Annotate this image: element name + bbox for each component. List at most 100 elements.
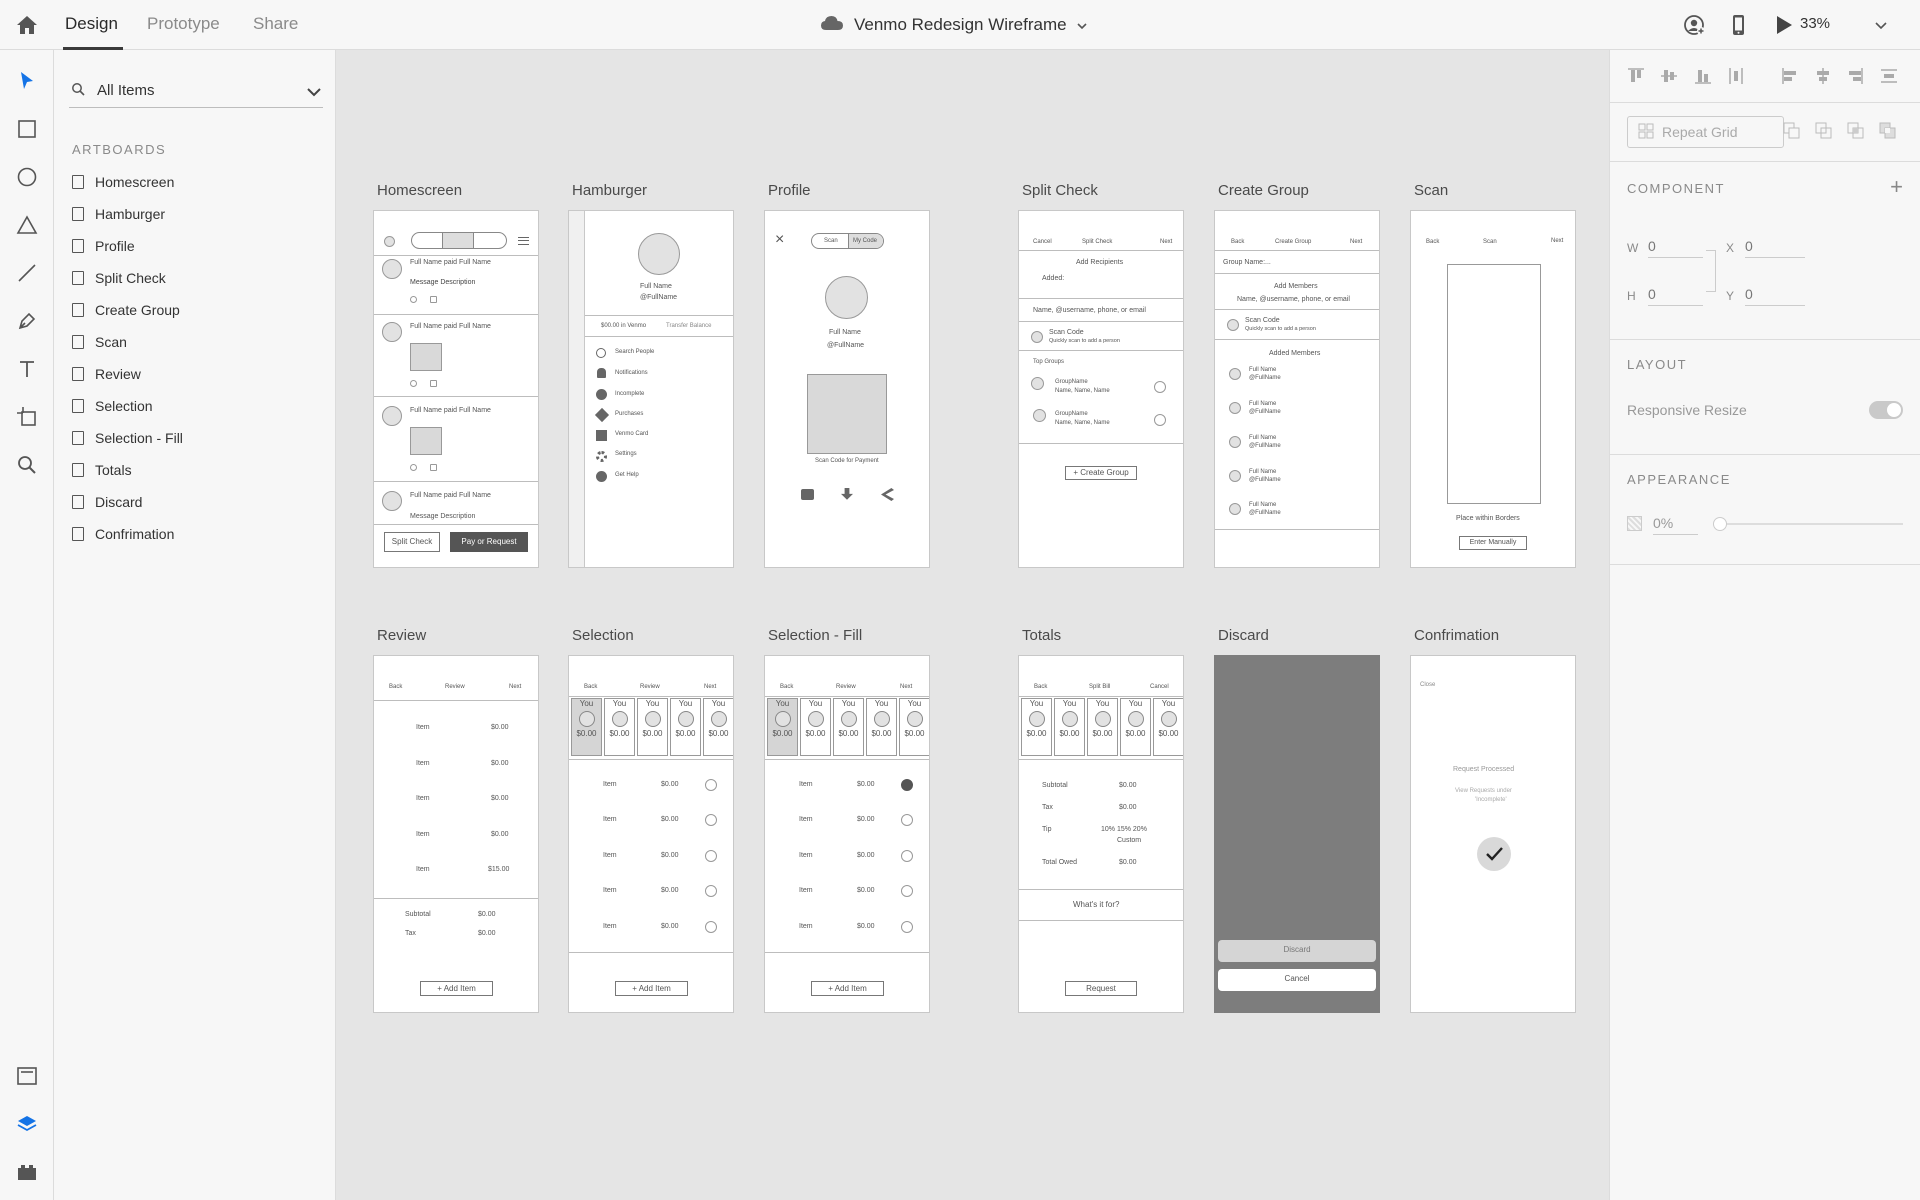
person-column[interactable]: You $0.00 xyxy=(1087,698,1118,756)
item-radio[interactable] xyxy=(705,921,717,933)
friends-segment[interactable] xyxy=(442,233,474,248)
layer-item-review[interactable]: Review xyxy=(72,363,141,385)
add-item-button[interactable]: + Add Item xyxy=(615,981,688,996)
artboard-label-split-check[interactable]: Split Check xyxy=(1022,182,1098,199)
menu-item-get-help[interactable]: Get Help xyxy=(615,472,639,478)
comment-icon[interactable] xyxy=(430,296,437,303)
add-item-button[interactable]: + Add Item xyxy=(420,981,493,996)
artboard-homescreen[interactable]: Full Name paid Full Name Message Descrip… xyxy=(373,210,539,568)
person-column[interactable]: You $0.00 xyxy=(604,698,635,756)
height-field[interactable]: 0 xyxy=(1648,286,1703,306)
artboard-label-discard[interactable]: Discard xyxy=(1218,627,1269,644)
boolean-add-icon[interactable] xyxy=(1783,122,1801,140)
item-radio[interactable] xyxy=(901,885,913,897)
person-column[interactable]: You $0.00 xyxy=(1021,698,1052,756)
artboard-label-selection-fill[interactable]: Selection - Fill xyxy=(768,627,862,644)
cancel-button[interactable]: Cancel xyxy=(1218,969,1376,991)
menu-item-search-people[interactable]: Search People xyxy=(615,349,654,355)
repeat-grid-button[interactable]: Repeat Grid xyxy=(1627,116,1784,148)
chevron-down-icon[interactable] xyxy=(1875,17,1887,35)
my-code-segment[interactable]: My Code xyxy=(848,234,883,248)
item-radio-selected[interactable] xyxy=(901,779,913,791)
menu-item-notifications[interactable]: Notifications xyxy=(615,370,648,376)
distribute-horizontal-icon[interactable] xyxy=(1727,67,1745,85)
artboard-profile[interactable]: × Scan My Code Full Name @FullName Scan … xyxy=(764,210,930,568)
layer-item-split-check[interactable]: Split Check xyxy=(72,267,166,289)
boolean-intersect-icon[interactable] xyxy=(1847,122,1865,140)
menu-item-venmo-card[interactable]: Venmo Card xyxy=(615,431,648,437)
print-icon[interactable] xyxy=(801,489,814,500)
layers-filter[interactable]: All Items xyxy=(69,74,323,108)
custom-tip[interactable]: Custom xyxy=(1117,837,1141,844)
layer-item-homescreen[interactable]: Homescreen xyxy=(72,171,174,193)
boolean-subtract-icon[interactable] xyxy=(1815,122,1833,140)
layers-panel-icon[interactable] xyxy=(13,1110,41,1138)
heart-icon[interactable] xyxy=(410,380,417,387)
artboard-create-group[interactable]: Back Create Group Next Group Name:... Ad… xyxy=(1214,210,1380,568)
artboard-selection-fill[interactable]: Back Review Next You $0.00 You $0.00 You $0… xyxy=(764,655,930,1013)
layer-item-discard[interactable]: Discard xyxy=(72,491,142,513)
item-radio[interactable] xyxy=(901,850,913,862)
artboard-review[interactable]: Back Review Next Item $0.00 Item $0.00 I… xyxy=(373,655,539,1013)
next-link[interactable]: Next xyxy=(1160,239,1172,245)
split-check-button[interactable]: Split Check xyxy=(384,532,440,552)
pay-or-request-button[interactable]: Pay or Request xyxy=(450,532,528,552)
layer-item-profile[interactable]: Profile xyxy=(72,235,135,257)
y-field[interactable]: 0 xyxy=(1745,286,1805,306)
align-right-icon[interactable] xyxy=(1846,67,1864,85)
recipient-search-input[interactable]: Name, @username, phone, or email xyxy=(1033,307,1146,314)
play-icon[interactable] xyxy=(1771,13,1795,37)
design-canvas[interactable]: Homescreen Hamburger Profile Split Check… xyxy=(336,50,1609,1200)
group-radio[interactable] xyxy=(1154,414,1166,426)
person-column[interactable]: You $0.00 xyxy=(1120,698,1151,756)
person-column[interactable]: You $0.00 xyxy=(1054,698,1085,756)
layer-item-totals[interactable]: Totals xyxy=(72,459,132,481)
artboard-label-homescreen[interactable]: Homescreen xyxy=(377,182,462,199)
back-link[interactable]: Back xyxy=(584,684,597,690)
artboard-label-selection[interactable]: Selection xyxy=(572,627,634,644)
mobile-preview-icon[interactable] xyxy=(1726,13,1750,37)
person-column[interactable]: You $0.00 xyxy=(637,698,668,756)
download-icon[interactable] xyxy=(841,488,853,500)
person-column[interactable]: You $0.00 xyxy=(703,698,733,756)
discard-button[interactable]: Discard xyxy=(1218,940,1376,962)
scan-code-icon[interactable] xyxy=(1227,319,1239,331)
user-share-icon[interactable] xyxy=(1683,13,1707,37)
artboard-tool-icon[interactable] xyxy=(13,403,41,431)
menu-item-incomplete[interactable]: Incomplete xyxy=(615,391,644,397)
rectangle-tool-icon[interactable] xyxy=(13,115,41,143)
person-column[interactable]: You $0.00 xyxy=(899,698,929,756)
align-left-icon[interactable] xyxy=(1781,67,1799,85)
ellipse-tool-icon[interactable] xyxy=(13,163,41,191)
artboard-totals[interactable]: Back Split Bill Cancel You $0.00 You $0.00… xyxy=(1018,655,1184,1013)
document-title-menu[interactable]: Venmo Redesign Wireframe xyxy=(820,12,1087,38)
artboard-label-create-group[interactable]: Create Group xyxy=(1218,182,1309,199)
menu-icon[interactable] xyxy=(518,237,529,245)
next-link[interactable]: Next xyxy=(509,684,521,690)
back-link[interactable]: Back xyxy=(1034,684,1047,690)
opacity-slider-handle[interactable] xyxy=(1713,517,1727,531)
polygon-tool-icon[interactable] xyxy=(13,211,41,239)
comment-icon[interactable] xyxy=(430,380,437,387)
tab-prototype[interactable]: Prototype xyxy=(147,14,220,34)
artboard-selection[interactable]: Back Review Next You $0.00 You $0.00 You $0… xyxy=(568,655,734,1013)
item-radio[interactable] xyxy=(705,850,717,862)
next-link[interactable]: Next xyxy=(900,684,912,690)
home-icon[interactable] xyxy=(14,12,40,38)
heart-icon[interactable] xyxy=(410,296,417,303)
distribute-vertical-icon[interactable] xyxy=(1880,67,1898,85)
item-radio[interactable] xyxy=(901,921,913,933)
width-field[interactable]: 0 xyxy=(1648,238,1703,258)
person-column[interactable]: You $0.00 xyxy=(571,698,602,756)
artboard-label-review[interactable]: Review xyxy=(377,627,426,644)
share-icon[interactable] xyxy=(881,488,894,501)
layer-item-confrimation[interactable]: Confrimation xyxy=(72,523,174,545)
boolean-exclude-icon[interactable] xyxy=(1879,122,1897,140)
chevron-down-icon[interactable] xyxy=(307,84,321,102)
item-radio[interactable] xyxy=(705,779,717,791)
layer-item-hamburger[interactable]: Hamburger xyxy=(72,203,165,225)
pen-tool-icon[interactable] xyxy=(13,307,41,335)
cancel-link[interactable]: Cancel xyxy=(1033,239,1052,245)
member-search-input[interactable]: Name, @username, phone, or email xyxy=(1237,296,1350,303)
layer-item-selection[interactable]: Selection xyxy=(72,395,153,417)
